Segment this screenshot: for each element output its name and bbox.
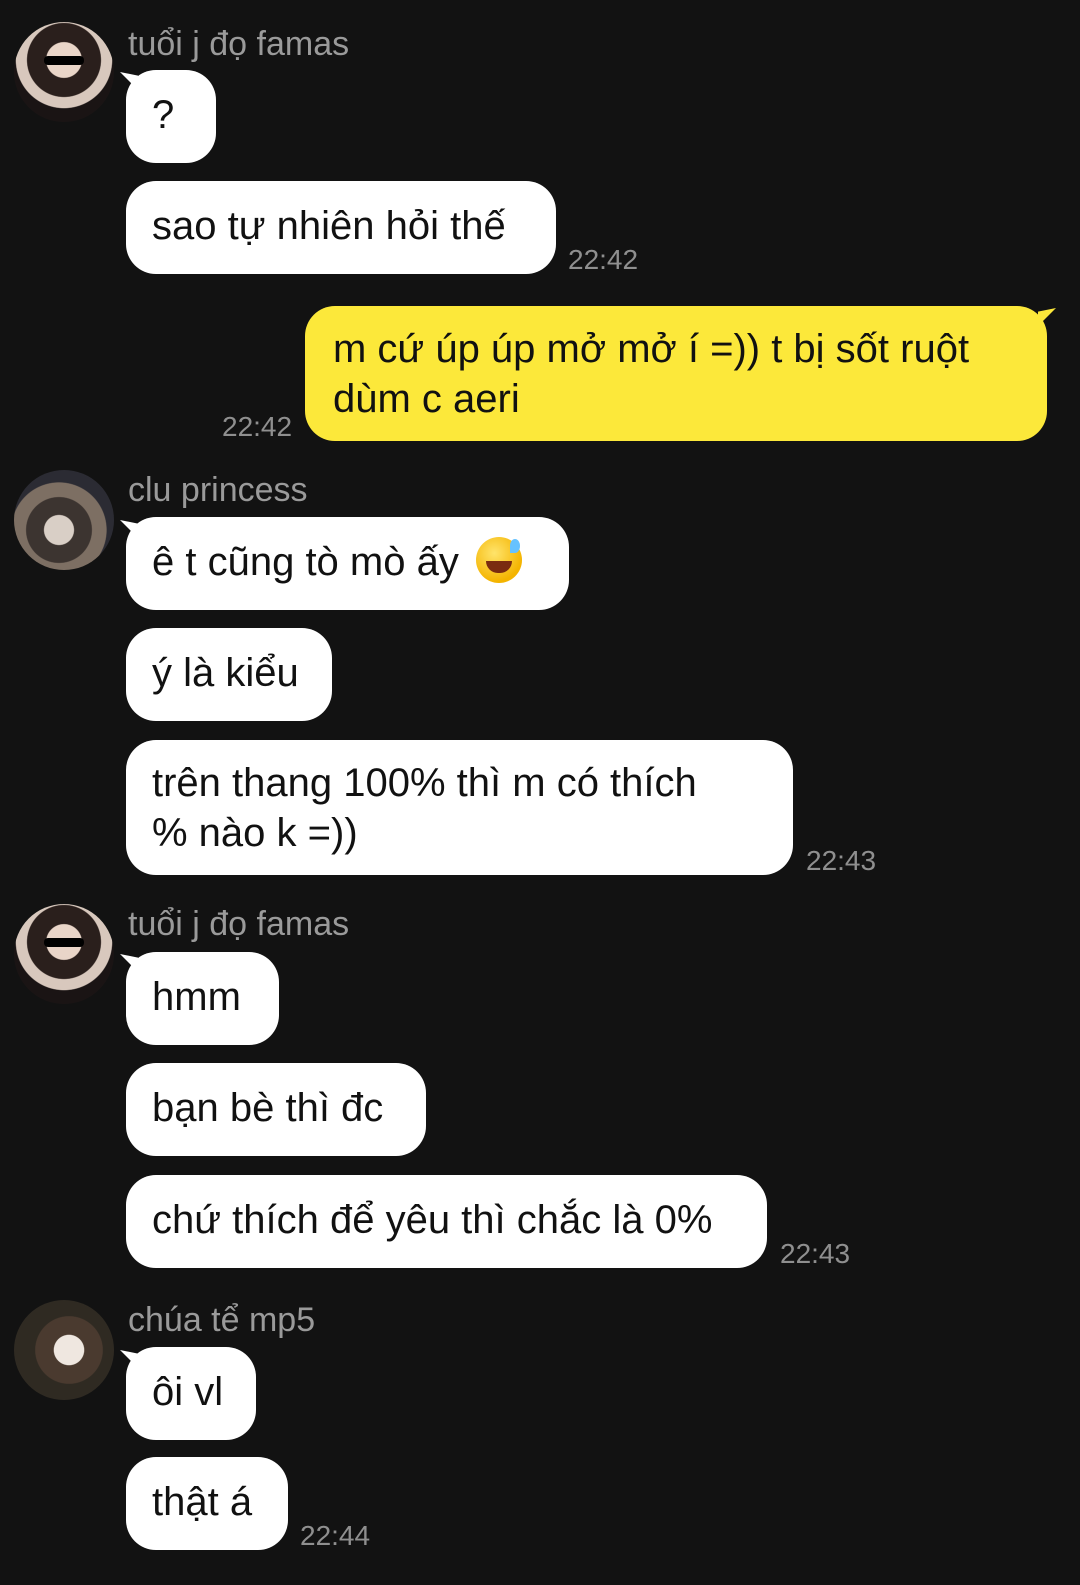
message-text: chứ thích để yêu thì chắc là 0% (152, 1198, 713, 1242)
message-text: ý là kiểu (152, 651, 299, 695)
message-bubble[interactable]: trên thang 100% thì m có thích % nào k =… (126, 740, 793, 875)
avatar[interactable] (14, 22, 114, 122)
message-bubble[interactable]: sao tự nhiên hỏi thế (126, 181, 556, 274)
my-message-bubble[interactable]: m cứ úp úp mở mở í =)) t bị sốt ruột dùm… (305, 306, 1047, 441)
sunglasses-icon (44, 56, 84, 65)
sunglasses-icon (44, 938, 84, 947)
sender-name: tuổi j đọ famas (128, 905, 350, 943)
timestamp: 22:44 (300, 1520, 371, 1551)
message-text: % nào k =)) (152, 811, 358, 855)
message-text: ? (152, 93, 175, 137)
message-text: dùm c aeri (333, 377, 520, 421)
message-bubble[interactable]: ôi vl (126, 1347, 256, 1440)
message-text: sao tự nhiên hỏi thế (152, 204, 506, 248)
message-bubble[interactable]: bạn bè thì đc (126, 1063, 426, 1156)
message-bubble[interactable]: ý là kiểu (126, 628, 332, 721)
avatar[interactable] (14, 1300, 114, 1400)
message-bubble[interactable]: chứ thích để yêu thì chắc là 0% (126, 1175, 767, 1268)
sender-name: clu princess (128, 471, 308, 509)
sender-name: chúa tể mp5 (128, 1301, 316, 1339)
timestamp: 22:42 (222, 411, 293, 442)
bubble-tail (1038, 308, 1056, 326)
sender-name: tuổi j đọ famas (128, 25, 350, 63)
message-text: trên thang 100% thì m có thích (152, 761, 697, 805)
grinning-face-with-sweat-icon (475, 537, 522, 583)
message-text: thật á (152, 1480, 253, 1524)
timestamp: 22:43 (780, 1238, 851, 1269)
message-text: ôi vl (152, 1370, 224, 1414)
message-bubble[interactable]: hmm (126, 952, 279, 1045)
message-text: m cứ úp úp mở mở í =)) t bị sốt ruột (333, 327, 970, 371)
message-bubble[interactable]: ? (126, 70, 216, 163)
message-text: bạn bè thì đc (152, 1086, 384, 1130)
avatar[interactable] (14, 470, 114, 570)
timestamp: 22:43 (806, 845, 877, 876)
avatar[interactable] (14, 904, 114, 1004)
timestamp: 22:42 (568, 244, 639, 275)
message-text: hmm (152, 975, 241, 1019)
message-bubble[interactable]: ê t cũng tò mò ấy (126, 517, 569, 610)
message-bubble[interactable]: thật á (126, 1457, 288, 1550)
message-text: ê t cũng tò mò ấy (152, 540, 459, 584)
